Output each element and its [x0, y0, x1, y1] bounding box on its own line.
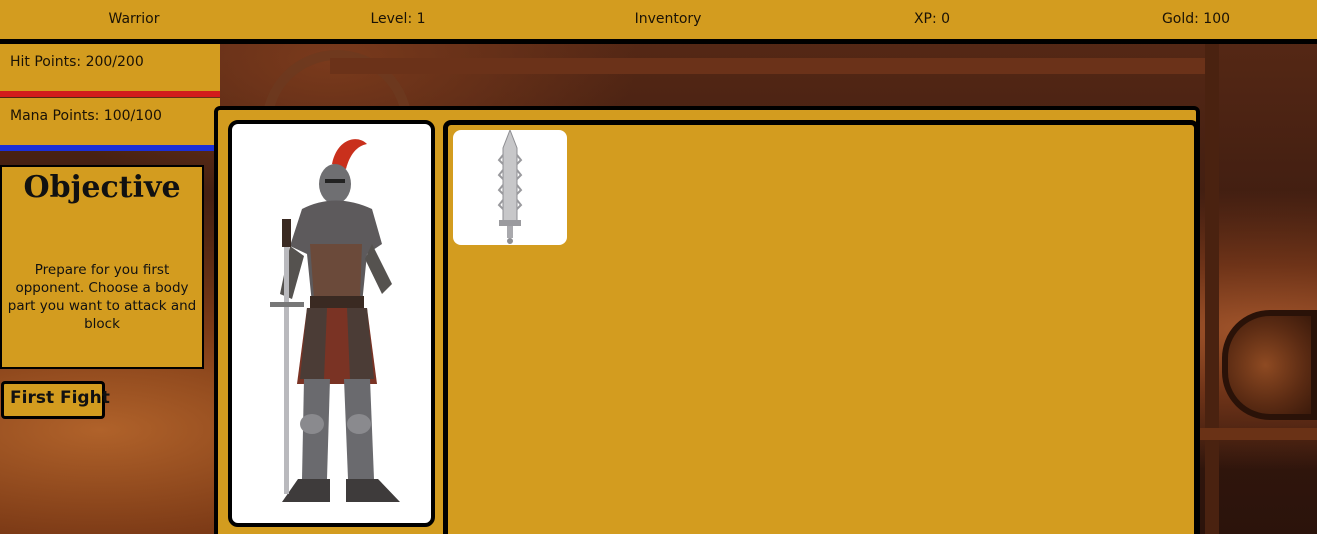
- objective-panel: Objective Prepare for you first opponent…: [0, 165, 204, 369]
- mana-points-bar: [0, 145, 220, 151]
- sword-icon: [497, 128, 523, 244]
- ceiling-beam: [330, 58, 1210, 74]
- knight-icon: [270, 139, 400, 502]
- xp-indicator: XP: 0: [913, 11, 951, 27]
- class-name: Warrior: [108, 11, 160, 27]
- objective-text: Prepare for you first opponent. Choose a…: [7, 262, 197, 332]
- mana-points-label: Mana Points: 100/100: [0, 98, 220, 145]
- inventory-slot-sword[interactable]: [453, 128, 567, 245]
- wooden-pillar: [1205, 44, 1219, 534]
- first-fight-button[interactable]: First Fight: [1, 381, 110, 419]
- shelf-decoration: [1200, 428, 1317, 440]
- objective-title: Objective: [23, 170, 181, 205]
- hit-points-label: Hit Points: 200/200: [0, 44, 220, 91]
- gold-indicator: Gold: 100: [1161, 11, 1231, 27]
- character-portrait: [228, 120, 435, 527]
- hit-points-bar: [0, 91, 220, 97]
- level-indicator: Level: 1: [370, 11, 426, 27]
- barrel-decoration: [1222, 310, 1317, 420]
- inventory-tab[interactable]: Inventory: [635, 11, 702, 27]
- top-status-bar: Warrior Level: 1 Inventory XP: 0 Gold: 1…: [0, 0, 1317, 44]
